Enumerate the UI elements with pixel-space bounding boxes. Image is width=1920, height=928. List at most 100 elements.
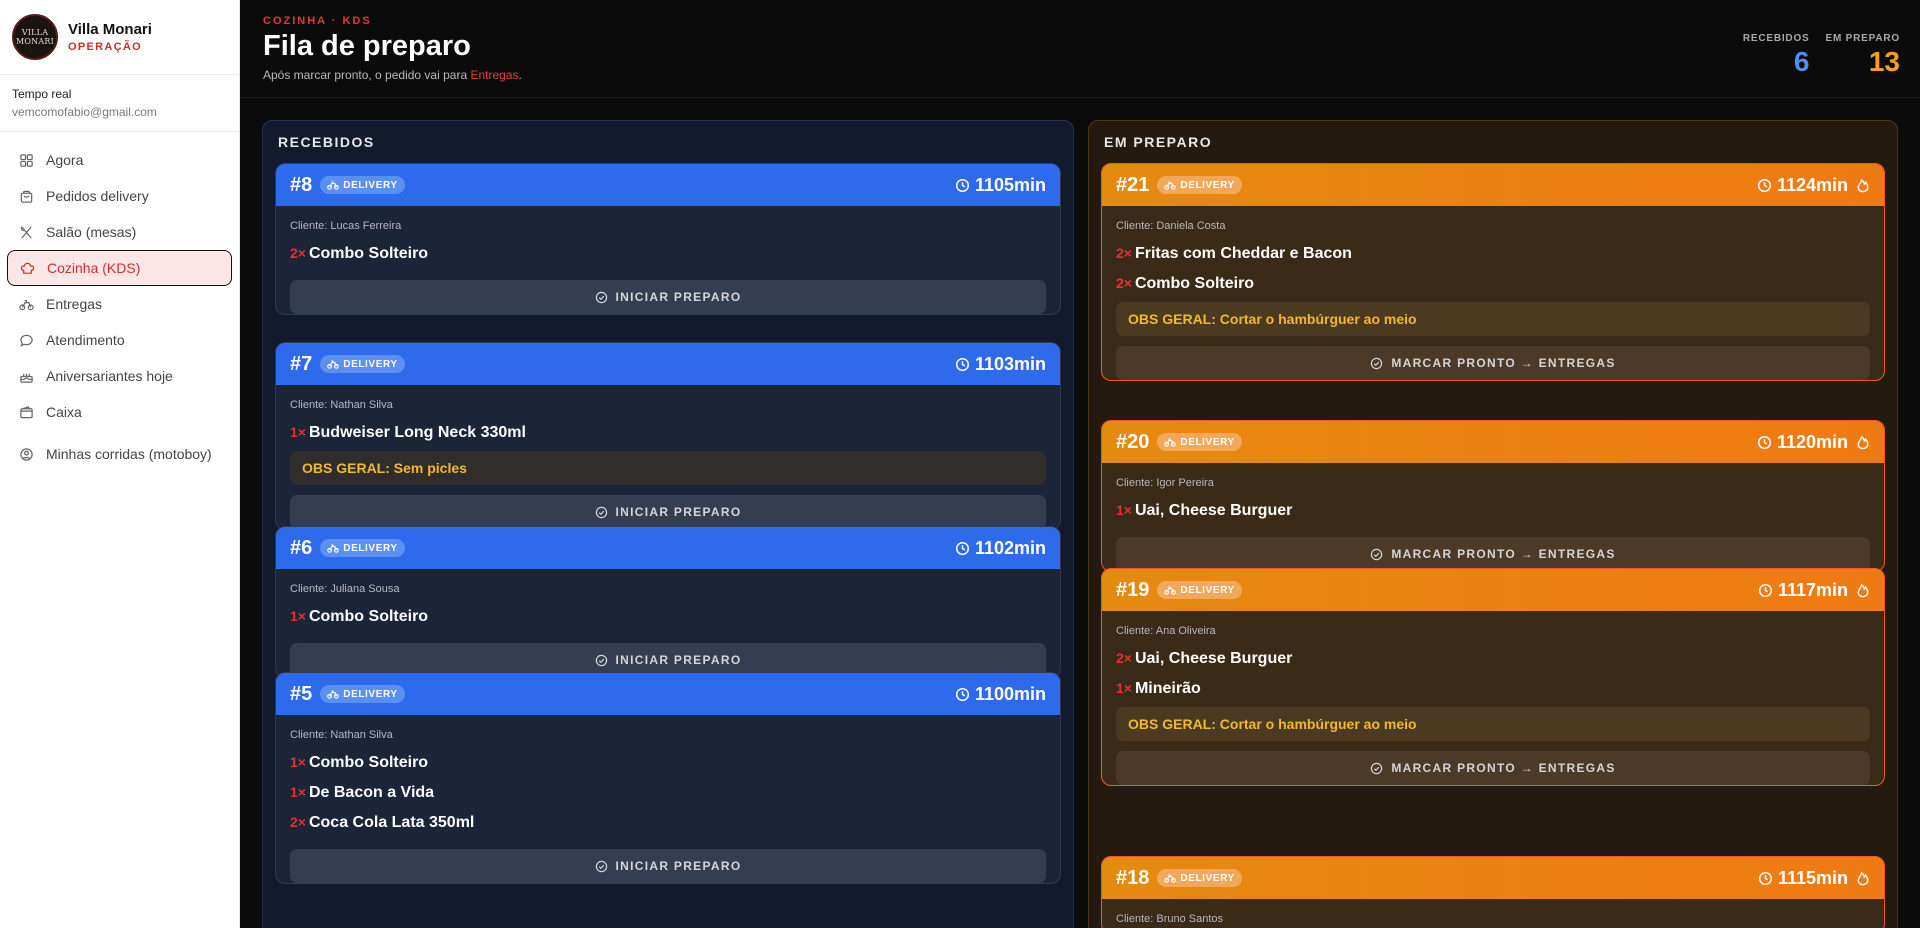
order-body: Cliente: Igor Pereira 1× Uai, Cheese Burgu…	[1102, 463, 1884, 571]
order-body: Cliente: Bruno Santos	[1102, 899, 1884, 925]
item-quantity: 1×	[1116, 502, 1132, 518]
sidebar-item-cozinha-kds[interactable]: Cozinha (KDS)	[7, 250, 232, 286]
mark-ready-button[interactable]: MARCAR PRONTO → ENTREGAS	[1116, 537, 1870, 571]
sidebar-item-aniversariantes[interactable]: Aniversariantes hoje	[7, 358, 232, 394]
order-item: 2× Uai, Cheese Burguer	[1116, 645, 1870, 675]
order-timer: 1102min	[955, 527, 1046, 569]
order-timer: 1120min	[1757, 421, 1870, 463]
column-received: RECEBIDOS #8 DELIVERY 1105min Cliente: Luca…	[262, 120, 1074, 928]
button-label: MARCAR PRONTO → ENTREGAS	[1391, 761, 1616, 775]
order-client: Cliente: Nathan Silva	[290, 729, 393, 741]
mark-ready-button[interactable]: MARCAR PRONTO → ENTREGAS	[1116, 346, 1870, 380]
order-observation: OBS GERAL: Sem picles	[290, 451, 1046, 485]
order-item: 2× Coca Cola Lata 350ml	[290, 809, 1046, 839]
order-header: #5 DELIVERY 1100min	[276, 673, 1060, 715]
order-number: #19	[1116, 578, 1150, 601]
sidebar-item-entregas[interactable]: Entregas	[7, 286, 232, 322]
item-quantity: 2×	[1116, 650, 1132, 666]
clock-icon	[1757, 178, 1772, 193]
order-timer: 1124min	[1757, 164, 1870, 206]
bike-icon	[327, 179, 340, 191]
delivery-badge: DELIVERY	[1157, 869, 1242, 887]
delivery-badge: DELIVERY	[320, 355, 405, 373]
delivery-badge-label: DELIVERY	[343, 179, 398, 191]
order-item: 1× De Bacon a Vida	[290, 779, 1046, 809]
bike-icon	[1164, 584, 1177, 596]
delivery-badge: DELIVERY	[1157, 581, 1242, 599]
check-circle-icon	[1370, 548, 1383, 561]
realtime-title: Tempo real	[12, 87, 72, 101]
delivery-badge-label: DELIVERY	[343, 688, 398, 700]
start-prep-button[interactable]: INICIAR PREPARO	[290, 495, 1046, 529]
sidebar-item-atendimento[interactable]: Atendimento	[7, 322, 232, 358]
column-title: EM PREPARO	[1104, 134, 1213, 150]
check-circle-icon	[1370, 357, 1383, 370]
order-timer: 1100min	[955, 673, 1046, 715]
order-card: #19 DELIVERY 1117min Cliente: Ana Oliveira 2…	[1101, 568, 1885, 786]
sidebar-item-agora[interactable]: Agora	[7, 142, 232, 178]
order-item: 1× Budweiser Long Neck 330ml	[290, 419, 1046, 449]
order-client: Cliente: Ana Oliveira	[1116, 625, 1216, 637]
sidebar-item-label: Pedidos delivery	[46, 188, 149, 204]
check-circle-icon	[595, 291, 608, 304]
flame-icon	[1853, 583, 1870, 598]
order-header: #19 DELIVERY 1117min	[1102, 569, 1884, 611]
item-quantity: 1×	[290, 784, 306, 800]
delivery-badge-label: DELIVERY	[343, 358, 398, 370]
timer-value: 1117min	[1777, 579, 1848, 600]
order-body: Cliente: Lucas Ferreira 2× Combo Solteiro I…	[276, 206, 1060, 314]
flame-icon	[1853, 871, 1870, 886]
entregas-link[interactable]: Entregas	[470, 68, 518, 82]
item-quantity: 1×	[1116, 680, 1132, 696]
clock-icon	[955, 357, 970, 372]
order-card: #21 DELIVERY 1124min Cliente: Daniela Costa…	[1101, 163, 1885, 381]
chat-icon	[19, 333, 34, 348]
sidebar-item-salao[interactable]: Salão (mesas)	[7, 214, 232, 250]
mark-ready-button[interactable]: MARCAR PRONTO → ENTREGAS	[1116, 751, 1870, 785]
bike-icon	[19, 297, 34, 312]
stat-received-label: RECEBIDOS	[1742, 33, 1810, 44]
check-circle-icon	[595, 506, 608, 519]
sidebar-item-minhas-corridas[interactable]: Minhas corridas (motoboy)	[7, 430, 232, 478]
item-name: Uai, Cheese Burguer	[1134, 502, 1293, 519]
timer-value: 1105min	[974, 174, 1046, 195]
order-card: #5 DELIVERY 1100min Cliente: Nathan Silva 1×…	[275, 672, 1061, 884]
order-card: #18 DELIVERY 1115min Cliente: Bruno Santos	[1101, 856, 1885, 928]
start-prep-button[interactable]: INICIAR PREPARO	[290, 849, 1046, 883]
item-name: Budweiser Long Neck 330ml	[308, 424, 526, 441]
order-client: Cliente: Igor Pereira	[1116, 477, 1214, 489]
order-card: #6 DELIVERY 1102min Cliente: Juliana Sousa 1…	[275, 526, 1061, 678]
sidebar-item-caixa[interactable]: Caixa	[7, 394, 232, 430]
brand-subtitle: OPERAÇÃO	[68, 41, 142, 53]
order-client: Cliente: Nathan Silva	[290, 399, 393, 411]
stat-received: RECEBIDOS 6	[1743, 33, 1810, 78]
item-name: Combo Solteiro	[308, 608, 429, 625]
order-card: #8 DELIVERY 1105min Cliente: Lucas Ferreira…	[275, 163, 1061, 315]
cake-icon	[19, 369, 34, 384]
page-header: COZINHA · KDS Fila de preparo Após marca…	[240, 0, 1920, 98]
item-name: Coca Cola Lata 350ml	[308, 814, 475, 831]
bag-icon	[19, 189, 34, 204]
subtitle-end: .	[518, 68, 522, 82]
flame-icon	[1853, 178, 1870, 193]
order-number: #21	[1116, 173, 1150, 196]
delivery-badge: DELIVERY	[320, 176, 405, 194]
delivery-badge-label: DELIVERY	[1180, 179, 1235, 191]
check-circle-icon	[1370, 762, 1383, 775]
order-item: 2× Fritas com Cheddar e Bacon	[1116, 240, 1870, 270]
timer-value: 1102min	[974, 537, 1046, 558]
clock-icon	[1758, 583, 1773, 598]
sidebar-item-pedidos-delivery[interactable]: Pedidos delivery	[7, 178, 232, 214]
order-header: #18 DELIVERY 1115min	[1102, 857, 1884, 899]
item-name: Combo Solteiro	[308, 245, 429, 262]
delivery-badge-label: DELIVERY	[1180, 872, 1235, 884]
delivery-badge: DELIVERY	[1157, 176, 1242, 194]
flame-icon	[1853, 435, 1870, 450]
item-name: Combo Solteiro	[1134, 275, 1255, 292]
sidebar-item-label: Aniversariantes hoje	[46, 368, 173, 384]
bike-icon	[1164, 872, 1177, 884]
item-name: De Bacon a Vida	[308, 784, 435, 801]
sidebar-item-label: Cozinha (KDS)	[47, 260, 141, 276]
order-timer: 1105min	[955, 164, 1046, 206]
start-prep-button[interactable]: INICIAR PREPARO	[290, 280, 1046, 314]
